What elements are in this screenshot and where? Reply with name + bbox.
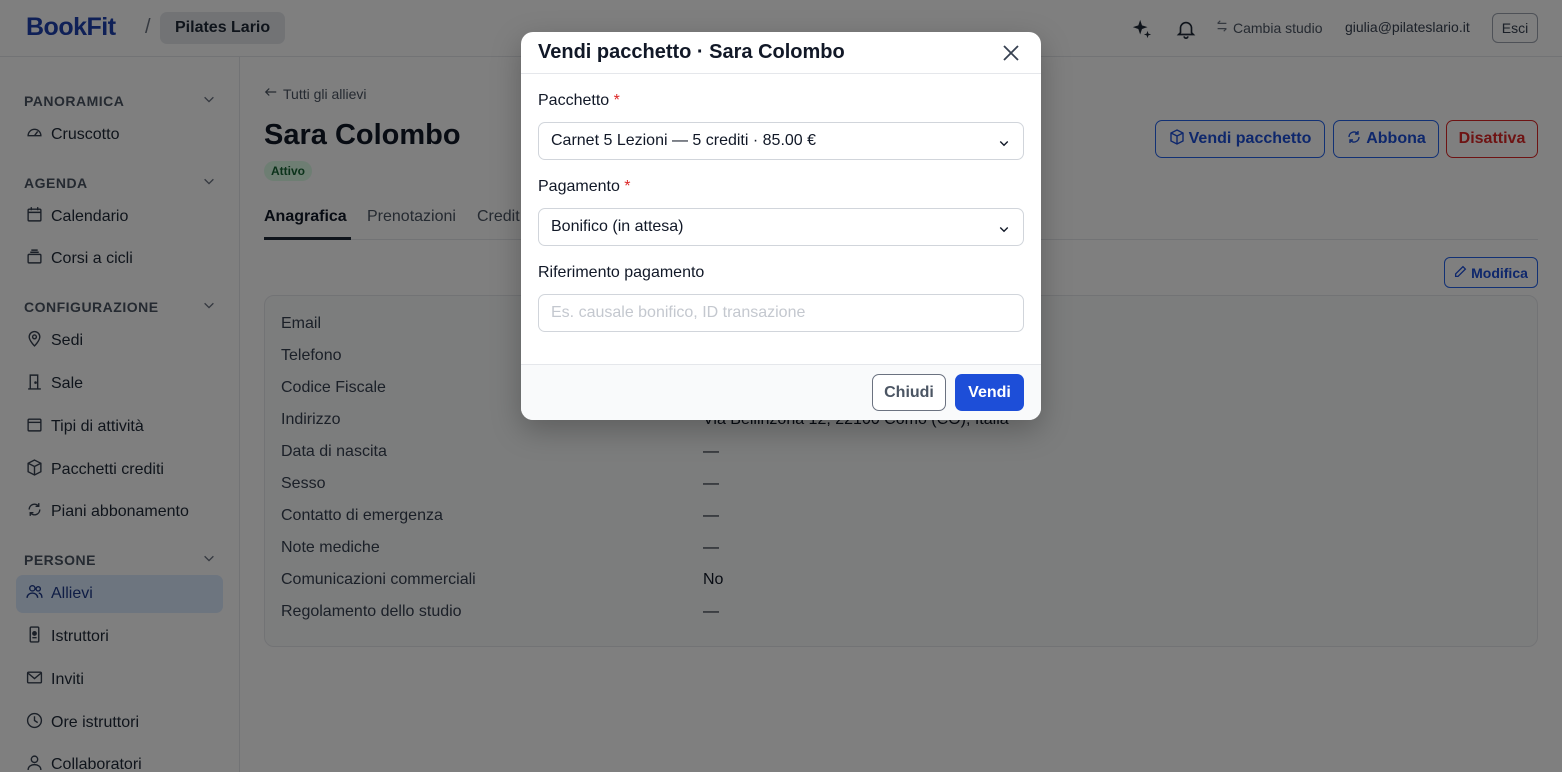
payment-select[interactable]: Bonifico (in attesa) [538, 208, 1024, 246]
package-field-label: Pacchetto * [538, 92, 620, 110]
chevron-down-icon [998, 136, 1010, 154]
sell-button[interactable]: Vendi [955, 374, 1024, 411]
required-marker: * [624, 178, 631, 195]
required-marker: * [613, 92, 620, 109]
dialog-header: Vendi pacchetto · Sara Colombo [521, 32, 1041, 74]
dialog-footer: Chiudi Vendi [521, 364, 1041, 420]
payment-field-label: Pagamento * [538, 178, 631, 196]
payment-selected-value: Bonifico (in attesa) [551, 218, 684, 235]
package-selected-value: Carnet 5 Lezioni — 5 crediti · 85.00 € [551, 132, 817, 149]
close-icon[interactable] [999, 41, 1023, 65]
dialog-title: Vendi pacchetto · Sara Colombo [538, 41, 845, 63]
package-select[interactable]: Carnet 5 Lezioni — 5 crediti · 85.00 € [538, 122, 1024, 160]
payment-reference-input[interactable] [538, 294, 1024, 332]
close-button[interactable]: Chiudi [872, 374, 946, 411]
package-label-text: Pacchetto [538, 92, 610, 109]
reference-field-label: Riferimento pagamento [538, 264, 705, 281]
sell-package-dialog: Vendi pacchetto · Sara Colombo Pacchetto… [521, 32, 1041, 420]
payment-label-text: Pagamento [538, 178, 620, 195]
chevron-down-icon [998, 222, 1010, 240]
